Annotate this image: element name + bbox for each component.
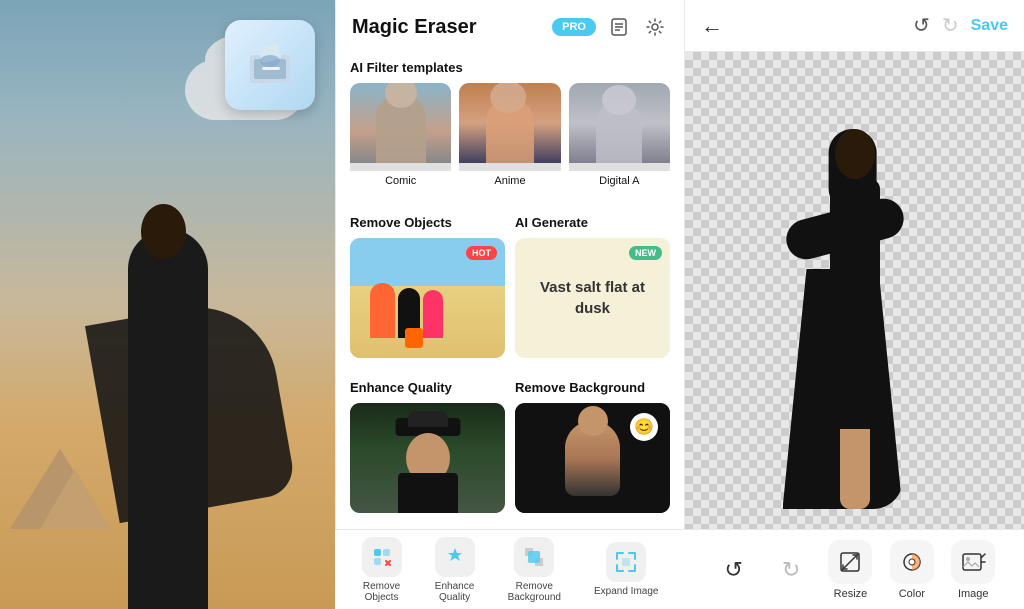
expand-image-icon: [606, 542, 646, 582]
filter-section-title: AI Filter templates: [350, 60, 670, 75]
filter-card-digital[interactable]: Digital A: [569, 83, 670, 193]
figure-inner: [795, 129, 915, 509]
enhance-quality-block: Enhance Quality: [350, 370, 505, 513]
ai-generate-card[interactable]: NEW Vast salt flat at dusk: [515, 238, 670, 358]
remove-bg-title: Remove Background: [515, 380, 670, 395]
back-button[interactable]: ←: [701, 13, 723, 39]
filter-card-comic[interactable]: Comic: [350, 83, 451, 193]
book-icon[interactable]: [606, 14, 632, 40]
figure-head-preview: [835, 129, 875, 179]
filter-templates: Comic Anime Digital A: [350, 83, 670, 193]
remove-bg-block: Remove Background 😊: [515, 370, 670, 513]
ai-generate-block: AI Generate NEW Vast salt flat at dusk: [515, 205, 670, 358]
filter-card-anime[interactable]: Anime: [459, 83, 560, 193]
undo-button[interactable]: ↺: [714, 550, 754, 590]
resize-icon: [828, 540, 872, 584]
remove-objects-title: Remove Objects: [350, 215, 505, 230]
middle-row: Remove Objects HOT AI Generate NEW Vast …: [350, 205, 670, 358]
remove-objects-card[interactable]: HOT: [350, 238, 505, 358]
tool-label-expand: Expand Image: [594, 586, 659, 597]
tool-label-remove-objects: RemoveObjects: [363, 581, 400, 603]
tool-label-enhance: EnhanceQuality: [435, 581, 474, 603]
app-title: Magic Eraser: [352, 16, 542, 39]
remove-objects-block: Remove Objects HOT: [350, 205, 505, 358]
enhance-quality-icon: [435, 537, 475, 577]
preview-bottom-toolbar: ↺ ↻ Resize Color: [685, 529, 1024, 609]
remove-background-card[interactable]: 😊: [515, 403, 670, 513]
enhance-quality-title: Enhance Quality: [350, 380, 505, 395]
tool-resize-label: Resize: [834, 588, 868, 600]
filter-label-anime: Anime: [459, 171, 560, 193]
preview-figure: [790, 109, 920, 509]
remove-background-icon: [514, 537, 554, 577]
new-badge: NEW: [629, 246, 662, 260]
tool-image[interactable]: Image: [951, 540, 995, 600]
tool-color-label: Color: [899, 588, 925, 600]
remove-objects-icon: [362, 537, 402, 577]
tool-remove-objects[interactable]: RemoveObjects: [362, 537, 402, 603]
ai-generate-title: AI Generate: [515, 215, 670, 230]
tool-image-label: Image: [958, 588, 989, 600]
figure-leg: [840, 429, 870, 509]
bottom-row: Enhance Quality Remove Background: [350, 370, 670, 513]
eraser-bottom-toolbar: RemoveObjects EnhanceQuality RemoveBackg…: [335, 529, 685, 609]
figure-head: [141, 204, 186, 259]
hot-badge: HOT: [466, 246, 497, 260]
save-button[interactable]: Save: [971, 17, 1008, 35]
image-icon: [951, 540, 995, 584]
filter-label-comic: Comic: [350, 171, 451, 193]
photo-panel: [0, 0, 335, 609]
ai-prompt-text: Vast salt flat at dusk: [527, 277, 658, 319]
eraser-content: AI Filter templates Comic Anime: [336, 50, 684, 609]
tool-enhance-quality[interactable]: EnhanceQuality: [435, 537, 475, 603]
preview-panel: ← ↺ ↻ Save ↺ ↻: [685, 0, 1024, 609]
eraser-panel: Magic Eraser PRO AI Filter templates: [335, 0, 685, 609]
tool-remove-background[interactable]: RemoveBackground: [508, 537, 561, 603]
filter-label-digital: Digital A: [569, 171, 670, 193]
tool-resize[interactable]: Resize: [828, 540, 872, 600]
tool-label-remove-background: RemoveBackground: [508, 581, 561, 603]
preview-canvas: [685, 52, 1024, 529]
tool-expand-image[interactable]: Expand Image: [594, 542, 659, 597]
tool-color[interactable]: Color: [890, 540, 934, 600]
color-icon: [890, 540, 934, 584]
settings-icon[interactable]: [642, 14, 668, 40]
redo-button-top: ↻: [942, 13, 959, 38]
redo-button: ↻: [771, 550, 811, 590]
undo-button-top[interactable]: ↺: [913, 13, 930, 38]
enhance-quality-card[interactable]: [350, 403, 505, 513]
pro-badge[interactable]: PRO: [552, 18, 596, 36]
eraser-header: Magic Eraser PRO: [336, 0, 684, 50]
app-icon[interactable]: [225, 20, 315, 110]
figure-body: [128, 229, 208, 609]
pyramid-right: [40, 469, 110, 529]
preview-header: ← ↺ ↻ Save: [685, 0, 1024, 52]
